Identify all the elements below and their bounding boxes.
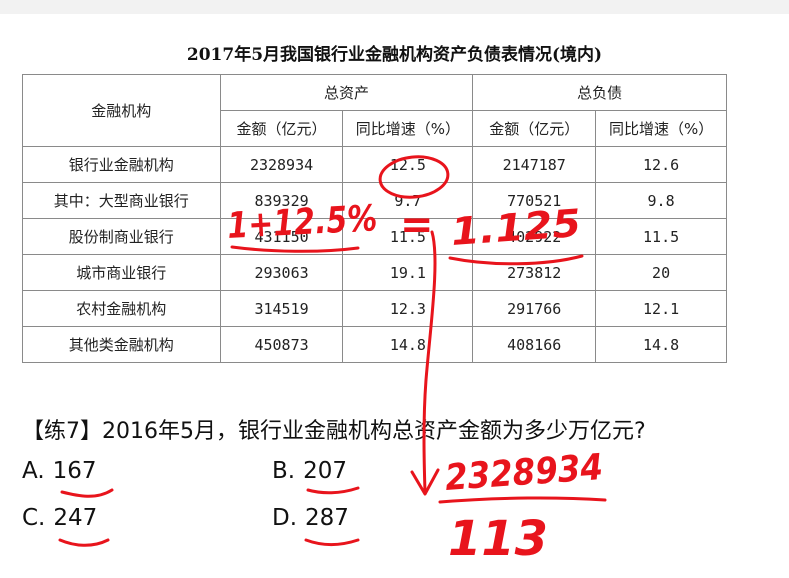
option-letter: C. [22, 505, 46, 531]
row-assets-growth: 12.3 [342, 290, 474, 327]
row-institution: 其他类金融机构 [22, 326, 221, 363]
row-liabilities: 2147187 [472, 146, 597, 183]
option-value: 207 [303, 458, 347, 484]
table-row: 城市商业银行 293063 19.1 273812 20 [22, 254, 727, 291]
table-title: 2017年5月我国银行业金融机构资产负债表情况(境内) [186, 45, 603, 65]
row-assets-growth: 9.7 [342, 182, 474, 219]
header-institution: 金融机构 [22, 74, 221, 147]
ink-denominator-text: 113 [448, 511, 548, 567]
top-toolbar-strip [0, 0, 789, 14]
row-liabilities-growth: 14.8 [595, 326, 727, 363]
option-letter: B. [272, 458, 296, 484]
option-d[interactable]: D. 287 [272, 505, 349, 531]
row-assets-growth: 12.5 [342, 146, 474, 183]
row-liabilities: 402922 [472, 218, 597, 255]
header-liab-amount: 金额（亿元） [472, 110, 597, 147]
table-row: 其中：大型商业银行 839329 9.7 770521 9.8 [22, 182, 727, 219]
ink-mark-option-d [304, 538, 360, 546]
option-b[interactable]: B. 207 [272, 458, 347, 484]
row-institution: 其中：大型商业银行 [22, 182, 221, 219]
row-liabilities: 770521 [472, 182, 597, 219]
row-liabilities-growth: 20 [595, 254, 727, 291]
row-assets-growth: 11.5 [342, 218, 474, 255]
ink-mark-option-c [58, 538, 110, 547]
option-letter: A. [22, 458, 45, 484]
option-value: 167 [52, 458, 97, 484]
header-total-assets: 总资产 [219, 74, 474, 111]
table-row: 其他类金融机构 450873 14.8 408166 14.8 [22, 326, 727, 363]
row-institution: 银行业金融机构 [22, 146, 221, 183]
header-assets-amount: 金额（亿元） [219, 110, 344, 147]
table-row: 股份制商业银行 431150 11.5 402922 11.5 [22, 218, 727, 255]
balance-sheet-table: 金融机构 总资产 总负债 金额（亿元） 同比增速（%） 金额（亿元） 同比增速（… [22, 74, 727, 363]
row-institution: 股份制商业银行 [22, 218, 221, 255]
option-c[interactable]: C. 247 [22, 505, 97, 531]
row-liabilities: 273812 [472, 254, 597, 291]
table-row: 银行业金融机构 2328934 12.5 2147187 12.6 [22, 146, 727, 183]
row-assets: 293063 [219, 254, 344, 291]
row-liabilities-growth: 9.8 [595, 182, 727, 219]
row-assets: 450873 [219, 326, 344, 363]
header-total-liabilities: 总负债 [472, 74, 727, 111]
header-row-1: 金融机构 总资产 总负债 [22, 74, 727, 147]
row-assets: 2328934 [219, 146, 344, 183]
table-row: 农村金融机构 314519 12.3 291766 12.1 [22, 290, 727, 327]
row-institution: 城市商业银行 [22, 254, 221, 291]
header-liab-growth: 同比增速（%） [595, 110, 727, 147]
question-text: 【练7】2016年5月，银行业金融机构总资产金额为多少万亿元? [22, 419, 646, 444]
ink-numerator-text: 2328934 [444, 447, 604, 499]
ink-arrow-head [410, 468, 440, 496]
option-value: 247 [53, 505, 98, 531]
row-assets: 314519 [219, 290, 344, 327]
row-liabilities-growth: 11.5 [595, 218, 727, 255]
row-assets: 431150 [219, 218, 344, 255]
option-letter: D. [272, 505, 298, 531]
row-assets-growth: 19.1 [342, 254, 474, 291]
row-assets: 839329 [219, 182, 344, 219]
row-liabilities-growth: 12.1 [595, 290, 727, 327]
option-value: 287 [305, 505, 349, 531]
row-liabilities: 291766 [472, 290, 597, 327]
header-assets-growth: 同比增速（%） [342, 110, 474, 147]
ink-mark-option-a [60, 488, 114, 498]
row-institution: 农村金融机构 [22, 290, 221, 327]
row-liabilities: 408166 [472, 326, 597, 363]
row-liabilities-growth: 12.6 [595, 146, 727, 183]
option-a[interactable]: A. 167 [22, 458, 97, 484]
ink-fraction-bar [438, 496, 607, 504]
ink-mark-option-b [306, 486, 360, 495]
row-assets-growth: 14.8 [342, 326, 474, 363]
